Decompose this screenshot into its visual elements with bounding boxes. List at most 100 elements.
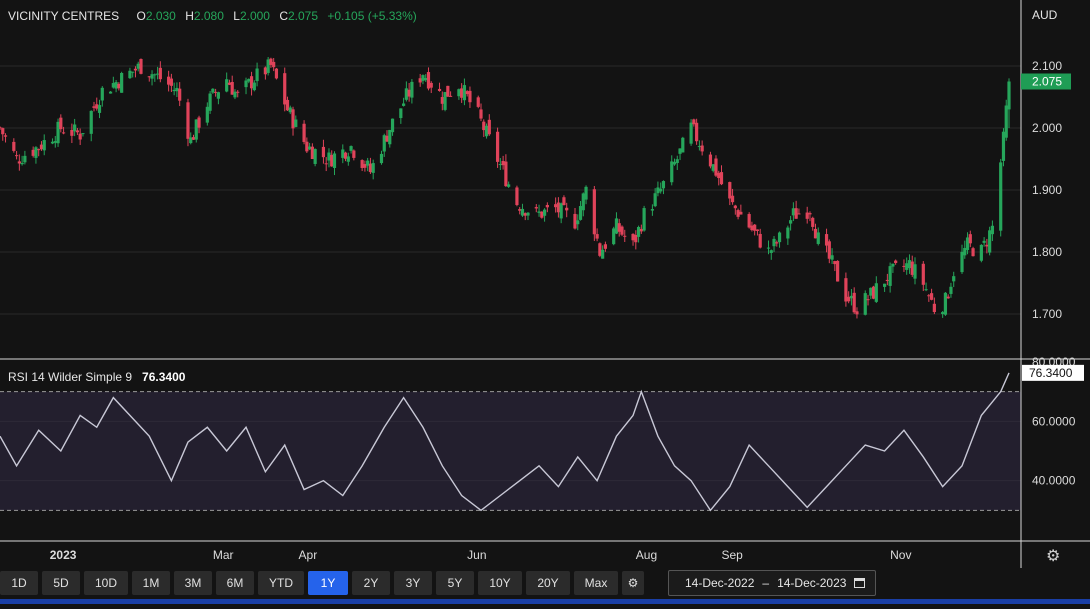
gear-icon: ⚙ <box>627 576 639 590</box>
candle-body <box>598 243 602 256</box>
candle-body <box>42 140 46 151</box>
range-button-group: 1D 5D 10D 1M 3M 6M YTD 1Y 2Y 3Y 5Y 10Y 20Y Max <box>0 571 622 595</box>
candle-body <box>717 172 721 179</box>
candle-body <box>670 161 674 183</box>
candle-body <box>186 102 190 139</box>
candle-body <box>982 240 986 243</box>
candle-body <box>504 161 508 187</box>
candle-body <box>678 148 682 154</box>
candle-body <box>797 213 801 215</box>
candle-body <box>573 213 577 229</box>
candle-body <box>863 293 867 315</box>
candle-body <box>302 123 306 142</box>
open-value: 2.030 <box>145 9 176 23</box>
candle-body <box>739 211 743 215</box>
candle-body <box>429 82 433 88</box>
candle-body <box>963 247 967 256</box>
candle-body <box>53 141 57 143</box>
date-range-picker[interactable]: 14-Dec-2022 – 14-Dec-2023 <box>668 570 877 596</box>
candle-body <box>518 209 522 211</box>
candle-body <box>534 207 538 209</box>
range-button-5y[interactable]: 5Y <box>436 571 474 595</box>
candle-body <box>371 163 375 173</box>
range-button-10d[interactable]: 10D <box>84 571 128 595</box>
candle-body <box>816 232 820 244</box>
range-button-20y[interactable]: 20Y <box>526 571 570 595</box>
candle-body <box>498 164 502 166</box>
candle-body <box>659 188 663 192</box>
candle-body <box>623 235 627 237</box>
candle-body <box>111 83 115 88</box>
candle-body <box>791 208 795 216</box>
candle-body <box>255 68 259 82</box>
range-button-2y[interactable]: 2Y <box>352 571 390 595</box>
range-button-3y[interactable]: 3Y <box>394 571 432 595</box>
candle-body <box>507 184 511 187</box>
candle-body <box>559 203 563 219</box>
high-value: 2.080 <box>193 9 224 23</box>
range-button-max[interactable]: Max <box>574 571 618 595</box>
candle-body <box>75 130 80 133</box>
price-tick-label: 1.700 <box>1032 307 1062 321</box>
calendar-icon <box>854 578 866 588</box>
candle-body <box>979 244 983 261</box>
candle-body <box>61 132 66 134</box>
range-button-5d[interactable]: 5D <box>42 571 80 595</box>
candle-body <box>274 68 279 79</box>
candle-body <box>346 156 350 162</box>
candle-body <box>310 146 314 159</box>
range-button-1m[interactable]: 1M <box>132 571 170 595</box>
currency-label[interactable]: AUD <box>1032 8 1057 22</box>
candle-body <box>675 159 679 164</box>
candle-body <box>869 287 873 296</box>
candle-body <box>194 119 198 140</box>
candle-body <box>601 249 605 259</box>
candle-body <box>252 82 256 91</box>
range-button-ytd[interactable]: YTD <box>258 571 304 595</box>
candle-body <box>233 91 237 98</box>
range-button-10y[interactable]: 10Y <box>478 571 522 595</box>
candle-body <box>421 75 425 81</box>
candle-body <box>244 80 248 88</box>
candle-body <box>921 263 925 285</box>
candle-body <box>139 59 143 74</box>
range-button-3m[interactable]: 3M <box>174 571 212 595</box>
candle-body <box>755 229 760 231</box>
candle-body <box>327 152 331 161</box>
candle-body <box>294 119 298 127</box>
range-button-1d[interactable]: 1D <box>0 571 38 595</box>
candle-body <box>288 107 292 113</box>
settings-icon[interactable]: ⚙ <box>1046 546 1060 566</box>
candle-body <box>402 103 406 106</box>
candle-body <box>537 211 541 213</box>
candle-body <box>155 73 160 75</box>
low-value: 2.000 <box>239 9 270 23</box>
candle-body <box>97 105 102 113</box>
candle-body <box>871 286 876 299</box>
candle-body <box>584 186 588 200</box>
candle-body <box>446 85 450 97</box>
rsi-tick-label: 40.0000 <box>1032 474 1076 488</box>
candle-body <box>191 137 196 140</box>
candle-body <box>418 78 422 83</box>
candle-body <box>576 220 580 225</box>
chart-settings-button[interactable]: ⚙ <box>622 571 644 595</box>
candle-body <box>487 119 491 135</box>
candle-body <box>349 146 353 151</box>
candle-body <box>902 265 906 267</box>
candle-body <box>153 74 157 76</box>
candle-body <box>404 88 408 100</box>
candle-body <box>905 263 909 270</box>
range-button-1y[interactable]: 1Y <box>308 571 348 595</box>
candle-body <box>424 77 428 81</box>
candle-body <box>366 160 370 166</box>
candle-body <box>341 149 345 158</box>
candle-body <box>894 260 898 263</box>
x-tick-label: Mar <box>213 548 234 562</box>
range-button-6m[interactable]: 6M <box>216 571 254 595</box>
candle-body <box>172 89 176 92</box>
candle-body <box>661 181 666 189</box>
candle-body <box>988 230 992 253</box>
candle-body <box>595 234 599 239</box>
candle-body <box>907 260 912 269</box>
